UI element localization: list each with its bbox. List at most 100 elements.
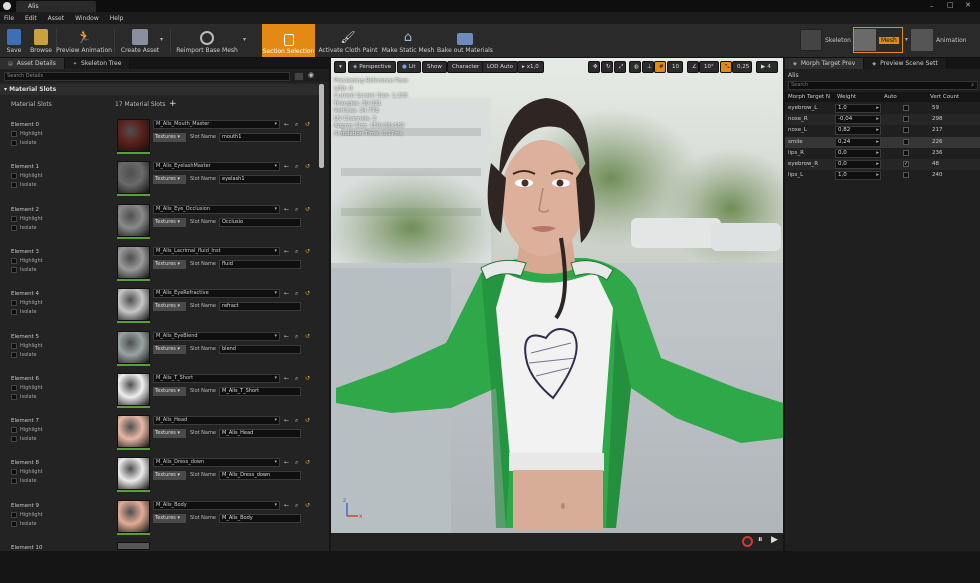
textures-dropdown[interactable]: Textures ▾ — [153, 217, 186, 227]
isolate-checkbox[interactable] — [11, 140, 17, 146]
tab-asset-details[interactable]: ▤ Asset Details — [0, 58, 65, 69]
scale-icon[interactable]: ⤢ — [614, 61, 626, 73]
skeleton-mode-button[interactable]: Skeleton — [800, 27, 852, 53]
menu-file[interactable]: File — [4, 15, 14, 22]
reimport-base-mesh-button[interactable]: Reimport Base Mesh — [176, 26, 238, 56]
weight-input[interactable]: 0,82 ▸ — [835, 126, 881, 136]
textures-dropdown[interactable]: Textures ▾ — [153, 386, 186, 396]
material-thumbnail[interactable] — [117, 245, 150, 279]
material-picker[interactable]: M_Alis_Eye_Occlusion — [153, 204, 280, 214]
slot-name-input[interactable]: M_Alis_T_Short — [219, 386, 301, 396]
weight-input[interactable]: 0,0 ▸ — [835, 148, 881, 158]
auto-checkbox[interactable] — [903, 127, 909, 134]
use-selected-icon[interactable]: ← — [284, 206, 289, 213]
menu-edit[interactable]: Edit — [25, 15, 37, 22]
add-slot-icon[interactable]: + — [169, 99, 177, 109]
tab-morph-target-preview[interactable]: ◆ Morph Target Prev — [785, 58, 865, 69]
slot-name-input[interactable]: Occlusio — [219, 217, 301, 227]
lod-auto-button[interactable]: LOD Auto — [482, 61, 518, 73]
material-picker[interactable]: M_Alis_Head — [153, 416, 280, 426]
highlight-checkbox[interactable] — [11, 511, 17, 518]
use-selected-icon[interactable]: ← — [284, 375, 289, 382]
section-selection-button[interactable]: Section Selection — [262, 24, 315, 57]
menu-asset[interactable]: Asset — [48, 15, 64, 22]
material-picker[interactable]: M_Alis_T_Short — [153, 373, 280, 383]
material-thumbnail[interactable] — [117, 457, 150, 491]
highlight-checkbox[interactable] — [11, 300, 17, 307]
auto-checkbox[interactable] — [903, 116, 909, 123]
header-auto[interactable]: Auto — [884, 94, 897, 100]
isolate-checkbox[interactable] — [11, 520, 17, 527]
lit-button[interactable]: ● Lit — [397, 61, 421, 73]
material-picker[interactable]: M_Alis_Dress_down — [153, 458, 280, 468]
translate-icon[interactable]: ✥ — [588, 61, 600, 73]
slot-name-input[interactable]: fluid — [219, 259, 301, 269]
playback-speed-button[interactable]: ▸ x1,0 — [517, 61, 544, 73]
browse-icon[interactable]: ⌕ — [295, 459, 298, 467]
reset-icon[interactable]: ↺ — [305, 417, 310, 424]
forward-icon[interactable]: ▶ — [771, 535, 778, 545]
isolate-checkbox[interactable] — [11, 351, 17, 358]
camera-speed-button[interactable]: ▶ 4 — [756, 61, 778, 73]
browse-icon[interactable]: ⌕ — [295, 121, 298, 129]
surface-snap-icon[interactable]: ⊥ — [642, 61, 654, 73]
menu-window[interactable]: Window — [75, 15, 99, 22]
auto-checkbox[interactable] — [903, 105, 909, 111]
browse-button[interactable]: Browse — [28, 26, 54, 56]
weight-input[interactable]: -0,04 ▸ — [835, 115, 881, 125]
tab-skeleton-tree[interactable]: ✦ Skeleton Tree — [64, 58, 131, 69]
highlight-checkbox[interactable] — [11, 384, 17, 391]
browse-icon[interactable]: ⌕ — [295, 502, 298, 510]
highlight-checkbox[interactable] — [11, 469, 17, 476]
reset-icon[interactable]: ↺ — [305, 290, 310, 297]
isolate-checkbox[interactable] — [11, 478, 17, 485]
morph-row[interactable]: eyebrow_R 0,0 ▸ ✓ 48 — [785, 159, 980, 170]
material-thumbnail[interactable] — [117, 288, 150, 322]
save-button[interactable]: Save — [2, 26, 26, 56]
material-thumbnail[interactable] — [117, 119, 150, 152]
browse-icon[interactable]: ⌕ — [295, 375, 298, 383]
textures-dropdown[interactable]: Textures ▾ — [153, 513, 186, 523]
material-picker[interactable]: M_Alis_Lacrimal_fluid_Inst — [153, 246, 280, 256]
reset-icon[interactable]: ↺ — [305, 206, 310, 213]
grid-size-button[interactable]: 10 — [667, 61, 683, 73]
morph-search-input[interactable]: Search ⌕ — [788, 81, 978, 90]
tab-preview-scene-settings[interactable]: ◆ Preview Scene Sett — [864, 58, 947, 69]
grid-snap-icon[interactable]: # — [654, 61, 666, 73]
isolate-checkbox[interactable] — [11, 393, 17, 400]
activate-cloth-paint-button[interactable]: 🖌 Activate Cloth Paint — [319, 26, 378, 56]
slot-name-input[interactable]: mouth1 — [219, 133, 301, 142]
use-selected-icon[interactable]: ← — [284, 417, 289, 424]
textures-dropdown[interactable]: Textures ▾ — [153, 175, 186, 185]
use-selected-icon[interactable]: ← — [284, 502, 289, 509]
document-tab[interactable]: Alis — [16, 1, 96, 12]
slot-name-input[interactable]: eyelash1 — [219, 175, 301, 185]
isolate-checkbox[interactable] — [11, 309, 17, 316]
slot-name-input[interactable]: refract — [219, 302, 301, 312]
preview-animation-button[interactable]: 🏃 Preview Animation — [56, 26, 112, 56]
scale-snap-button[interactable]: 0,25 — [732, 61, 752, 73]
textures-dropdown[interactable]: Textures ▾ — [153, 471, 186, 481]
animation-mode-button[interactable]: Animation — [911, 27, 979, 53]
reset-icon[interactable]: ↺ — [305, 333, 310, 340]
slot-name-input[interactable]: blend — [219, 344, 301, 354]
material-picker[interactable]: M_Alis_Body — [153, 500, 280, 510]
maximize-icon[interactable]: □ — [947, 1, 954, 9]
weight-input[interactable]: 0,0 ▸ — [835, 160, 881, 169]
details-search-input[interactable]: Search Details — [4, 72, 290, 81]
slot-name-input[interactable]: M_Alis_Body — [219, 513, 301, 523]
auto-checkbox[interactable] — [903, 138, 909, 145]
material-picker[interactable]: M_Alis_EyelashMaster — [153, 162, 280, 172]
isolate-checkbox[interactable] — [11, 436, 17, 443]
viewport-options-button[interactable]: ▾ — [334, 61, 346, 73]
morph-row[interactable]: lips_R 0,0 ▸ 236 — [785, 148, 980, 159]
isolate-checkbox[interactable] — [11, 224, 17, 231]
header-weight[interactable]: Weight — [837, 94, 856, 100]
browse-icon[interactable]: ⌕ — [295, 248, 298, 256]
highlight-checkbox[interactable] — [11, 257, 17, 264]
textures-dropdown[interactable]: Textures ▾ — [153, 344, 186, 354]
rotation-snap-icon[interactable]: ∠ — [687, 61, 699, 73]
morph-row[interactable]: nose_L 0,82 ▸ 217 — [785, 125, 980, 136]
browse-icon[interactable]: ⌕ — [295, 206, 298, 214]
use-selected-icon[interactable]: ← — [284, 163, 289, 170]
